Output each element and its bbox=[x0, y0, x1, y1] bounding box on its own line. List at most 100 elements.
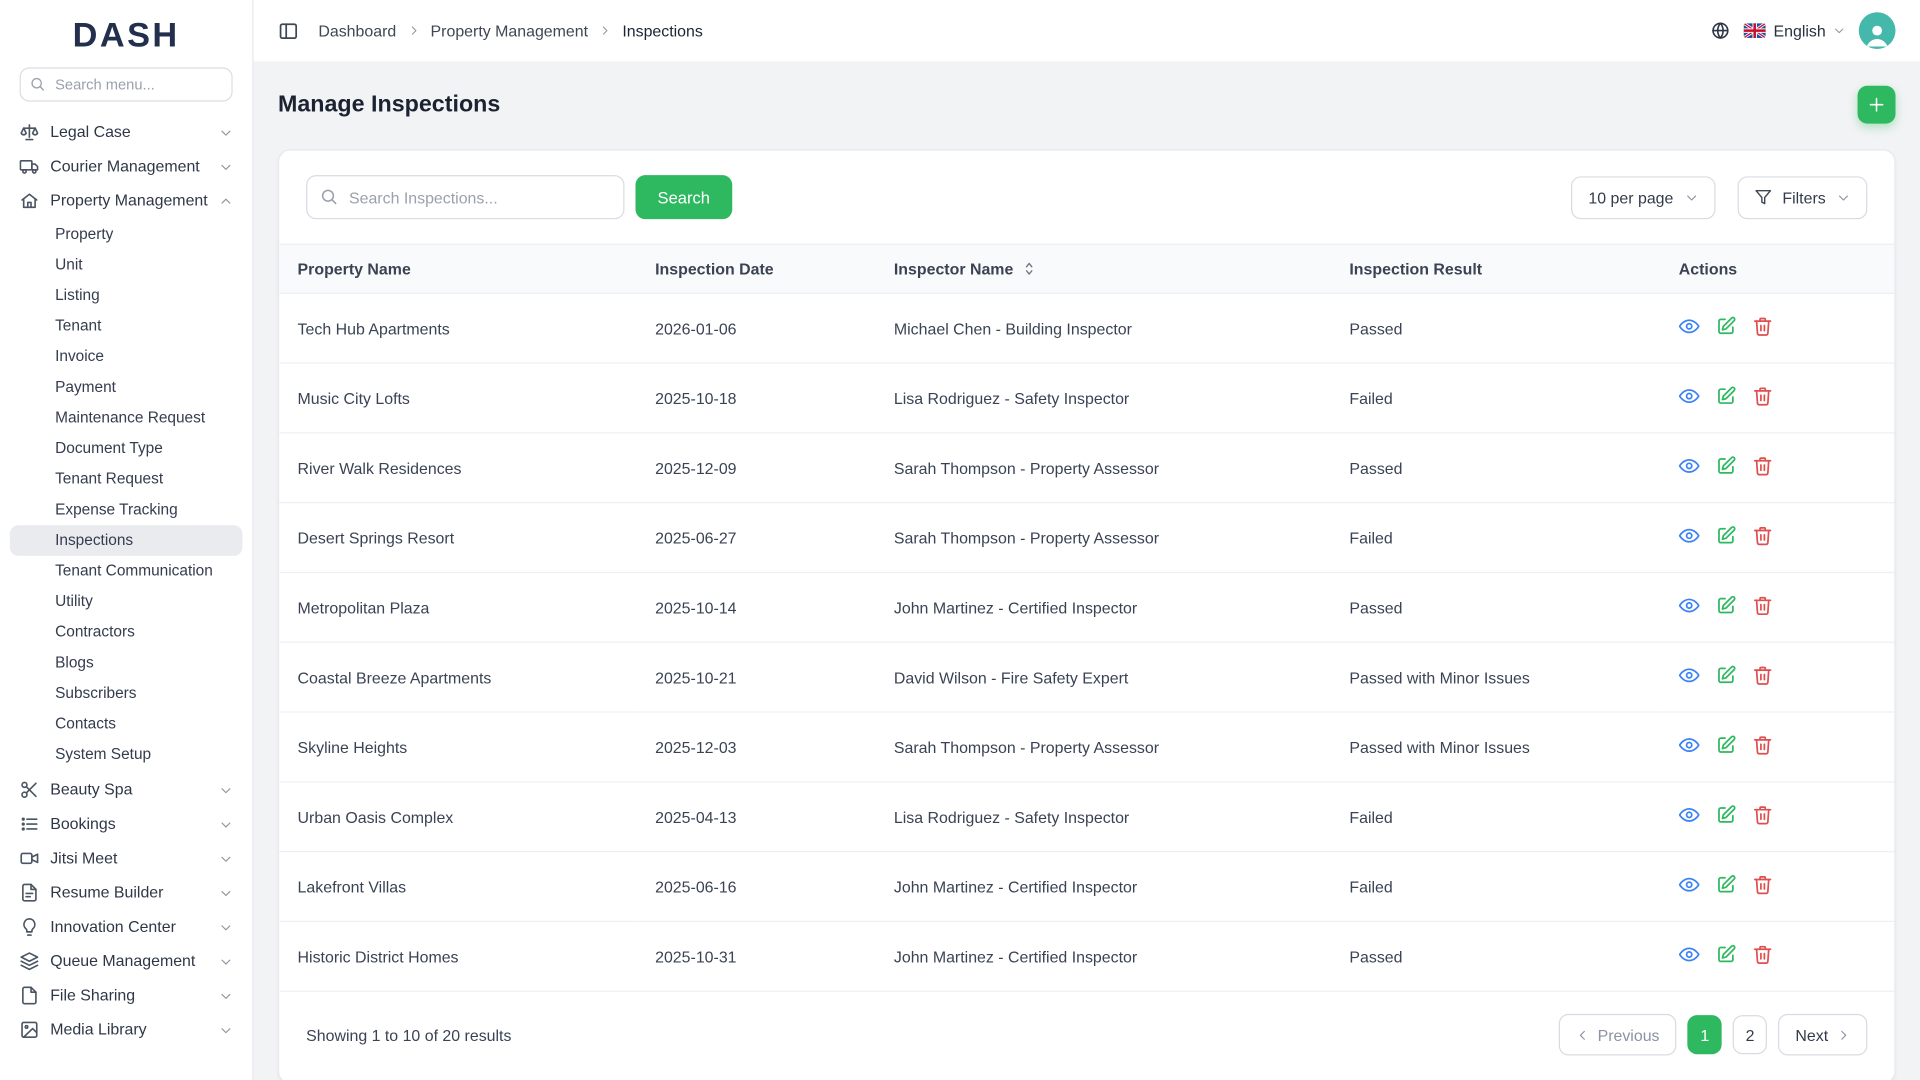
sidebar-item-jitsi-meet[interactable]: Jitsi Meet bbox=[10, 841, 243, 875]
breadcrumb-item-property-management[interactable]: Property Management bbox=[431, 21, 589, 39]
page-button-1[interactable]: 1 bbox=[1688, 1016, 1722, 1055]
filters-button[interactable]: Filters bbox=[1737, 176, 1867, 219]
card-footer: Showing 1 to 10 of 20 results Previous 1… bbox=[279, 992, 1894, 1080]
edit-button[interactable] bbox=[1716, 596, 1737, 620]
sidebar-item-blogs[interactable]: Blogs bbox=[10, 648, 243, 679]
inspections-search-input[interactable] bbox=[306, 176, 624, 220]
sidebar-item-queue-management[interactable]: Queue Management bbox=[10, 944, 243, 978]
breadcrumb-item-dashboard[interactable]: Dashboard bbox=[318, 21, 396, 39]
page-numbers: 12 bbox=[1688, 1016, 1768, 1055]
edit-button[interactable] bbox=[1716, 805, 1737, 829]
sidebar: DASH Legal CaseCourier ManagementPropert… bbox=[0, 0, 253, 1080]
filter-funnel-icon bbox=[1754, 189, 1771, 206]
breadcrumb: Dashboard Property Management Inspections bbox=[318, 21, 702, 39]
sidebar-item-unit[interactable]: Unit bbox=[10, 250, 243, 281]
delete-button[interactable] bbox=[1752, 945, 1773, 969]
column-header-inspection-result[interactable]: Inspection Result bbox=[1331, 245, 1660, 294]
view-button[interactable] bbox=[1679, 805, 1700, 829]
sidebar-item-system-setup[interactable]: System Setup bbox=[10, 740, 243, 771]
view-button[interactable] bbox=[1679, 316, 1700, 340]
sidebar-item-legal-case[interactable]: Legal Case bbox=[10, 115, 243, 149]
view-button[interactable] bbox=[1679, 456, 1700, 480]
sidebar-item-beauty-spa[interactable]: Beauty Spa bbox=[10, 773, 243, 807]
edit-button[interactable] bbox=[1716, 735, 1737, 759]
eye-icon bbox=[1679, 945, 1700, 966]
brand-logo: DASH bbox=[0, 0, 252, 64]
column-header-inspection-date[interactable]: Inspection Date bbox=[637, 245, 876, 294]
sidebar-item-utility[interactable]: Utility bbox=[10, 587, 243, 618]
sidebar-item-media-library[interactable]: Media Library bbox=[10, 1013, 243, 1047]
sidebar-toggle-icon[interactable] bbox=[278, 20, 299, 41]
inspector-name-cell: Sarah Thompson - Property Assessor bbox=[876, 713, 1332, 783]
view-button[interactable] bbox=[1679, 875, 1700, 899]
sidebar-item-tenant-communication[interactable]: Tenant Communication bbox=[10, 556, 243, 587]
sidebar-item-document-type[interactable]: Document Type bbox=[10, 433, 243, 464]
globe-icon[interactable] bbox=[1711, 21, 1731, 41]
view-button[interactable] bbox=[1679, 735, 1700, 759]
view-button[interactable] bbox=[1679, 945, 1700, 969]
sidebar-item-expense-tracking[interactable]: Expense Tracking bbox=[10, 495, 243, 526]
sidebar-item-tenant-request[interactable]: Tenant Request bbox=[10, 464, 243, 495]
sidebar-item-maintenance-request[interactable]: Maintenance Request bbox=[10, 403, 243, 434]
edit-button[interactable] bbox=[1716, 665, 1737, 689]
edit-button[interactable] bbox=[1716, 526, 1737, 550]
sidebar-search-input[interactable] bbox=[20, 67, 233, 101]
per-page-select[interactable]: 10 per page bbox=[1571, 176, 1715, 219]
edit-icon bbox=[1716, 805, 1737, 826]
sidebar-item-courier-management[interactable]: Courier Management bbox=[10, 149, 243, 183]
edit-button[interactable] bbox=[1716, 875, 1737, 899]
delete-button[interactable] bbox=[1752, 665, 1773, 689]
sidebar-item-invoice[interactable]: Invoice bbox=[10, 342, 243, 373]
delete-button[interactable] bbox=[1752, 735, 1773, 759]
delete-button[interactable] bbox=[1752, 875, 1773, 899]
page-button-2[interactable]: 2 bbox=[1733, 1016, 1767, 1055]
column-header-property-name[interactable]: Property Name bbox=[279, 245, 637, 294]
delete-button[interactable] bbox=[1752, 386, 1773, 410]
delete-button[interactable] bbox=[1752, 596, 1773, 620]
sidebar-item-tenant[interactable]: Tenant bbox=[10, 311, 243, 342]
delete-button[interactable] bbox=[1752, 526, 1773, 550]
sidebar-item-resume-builder[interactable]: Resume Builder bbox=[10, 876, 243, 910]
column-header-inspector-name[interactable]: Inspector Name bbox=[876, 245, 1332, 294]
delete-button[interactable] bbox=[1752, 316, 1773, 340]
next-page-button[interactable]: Next bbox=[1778, 1014, 1867, 1056]
edit-icon bbox=[1716, 596, 1737, 617]
sidebar-item-contractors[interactable]: Contractors bbox=[10, 617, 243, 648]
column-header-actions[interactable]: Actions bbox=[1660, 245, 1894, 294]
sidebar-item-bookings[interactable]: Bookings bbox=[10, 807, 243, 841]
sort-icon[interactable] bbox=[1021, 261, 1037, 277]
sidebar-item-subscribers[interactable]: Subscribers bbox=[10, 678, 243, 709]
edit-button[interactable] bbox=[1716, 456, 1737, 480]
sidebar-item-file-sharing[interactable]: File Sharing bbox=[10, 978, 243, 1012]
edit-button[interactable] bbox=[1716, 316, 1737, 340]
sidebar-item-label: Media Library bbox=[50, 1020, 146, 1040]
previous-page-button[interactable]: Previous bbox=[1558, 1014, 1676, 1056]
view-button[interactable] bbox=[1679, 386, 1700, 410]
delete-button[interactable] bbox=[1752, 456, 1773, 480]
view-button[interactable] bbox=[1679, 526, 1700, 550]
sidebar-item-property-management[interactable]: Property Management bbox=[10, 184, 243, 218]
breadcrumb-item-inspections[interactable]: Inspections bbox=[622, 21, 703, 39]
sidebar-item-payment[interactable]: Payment bbox=[10, 372, 243, 403]
sidebar-item-listing[interactable]: Listing bbox=[10, 280, 243, 311]
view-button[interactable] bbox=[1679, 596, 1700, 620]
sidebar-item-innovation-center[interactable]: Innovation Center bbox=[10, 910, 243, 944]
table-body: Tech Hub Apartments2026-01-06Michael Che… bbox=[279, 294, 1894, 992]
layers-icon bbox=[20, 951, 40, 971]
sidebar-item-inspections[interactable]: Inspections bbox=[10, 525, 243, 556]
edit-button[interactable] bbox=[1716, 386, 1737, 410]
eye-icon bbox=[1679, 875, 1700, 896]
delete-button[interactable] bbox=[1752, 805, 1773, 829]
view-button[interactable] bbox=[1679, 665, 1700, 689]
sidebar-item-property[interactable]: Property bbox=[10, 219, 243, 250]
chevron-down-icon bbox=[219, 989, 232, 1002]
language-selector[interactable]: English bbox=[1744, 21, 1845, 39]
search-button[interactable]: Search bbox=[636, 176, 732, 220]
edit-button[interactable] bbox=[1716, 945, 1737, 969]
previous-label: Previous bbox=[1598, 1026, 1660, 1044]
user-avatar[interactable] bbox=[1859, 12, 1896, 49]
add-inspection-button[interactable] bbox=[1858, 86, 1896, 124]
sidebar-item-label: Legal Case bbox=[50, 122, 131, 142]
sidebar-nav: Legal Case Courier ManagementProperty Man… bbox=[0, 113, 252, 1080]
sidebar-item-contacts[interactable]: Contacts bbox=[10, 709, 243, 740]
